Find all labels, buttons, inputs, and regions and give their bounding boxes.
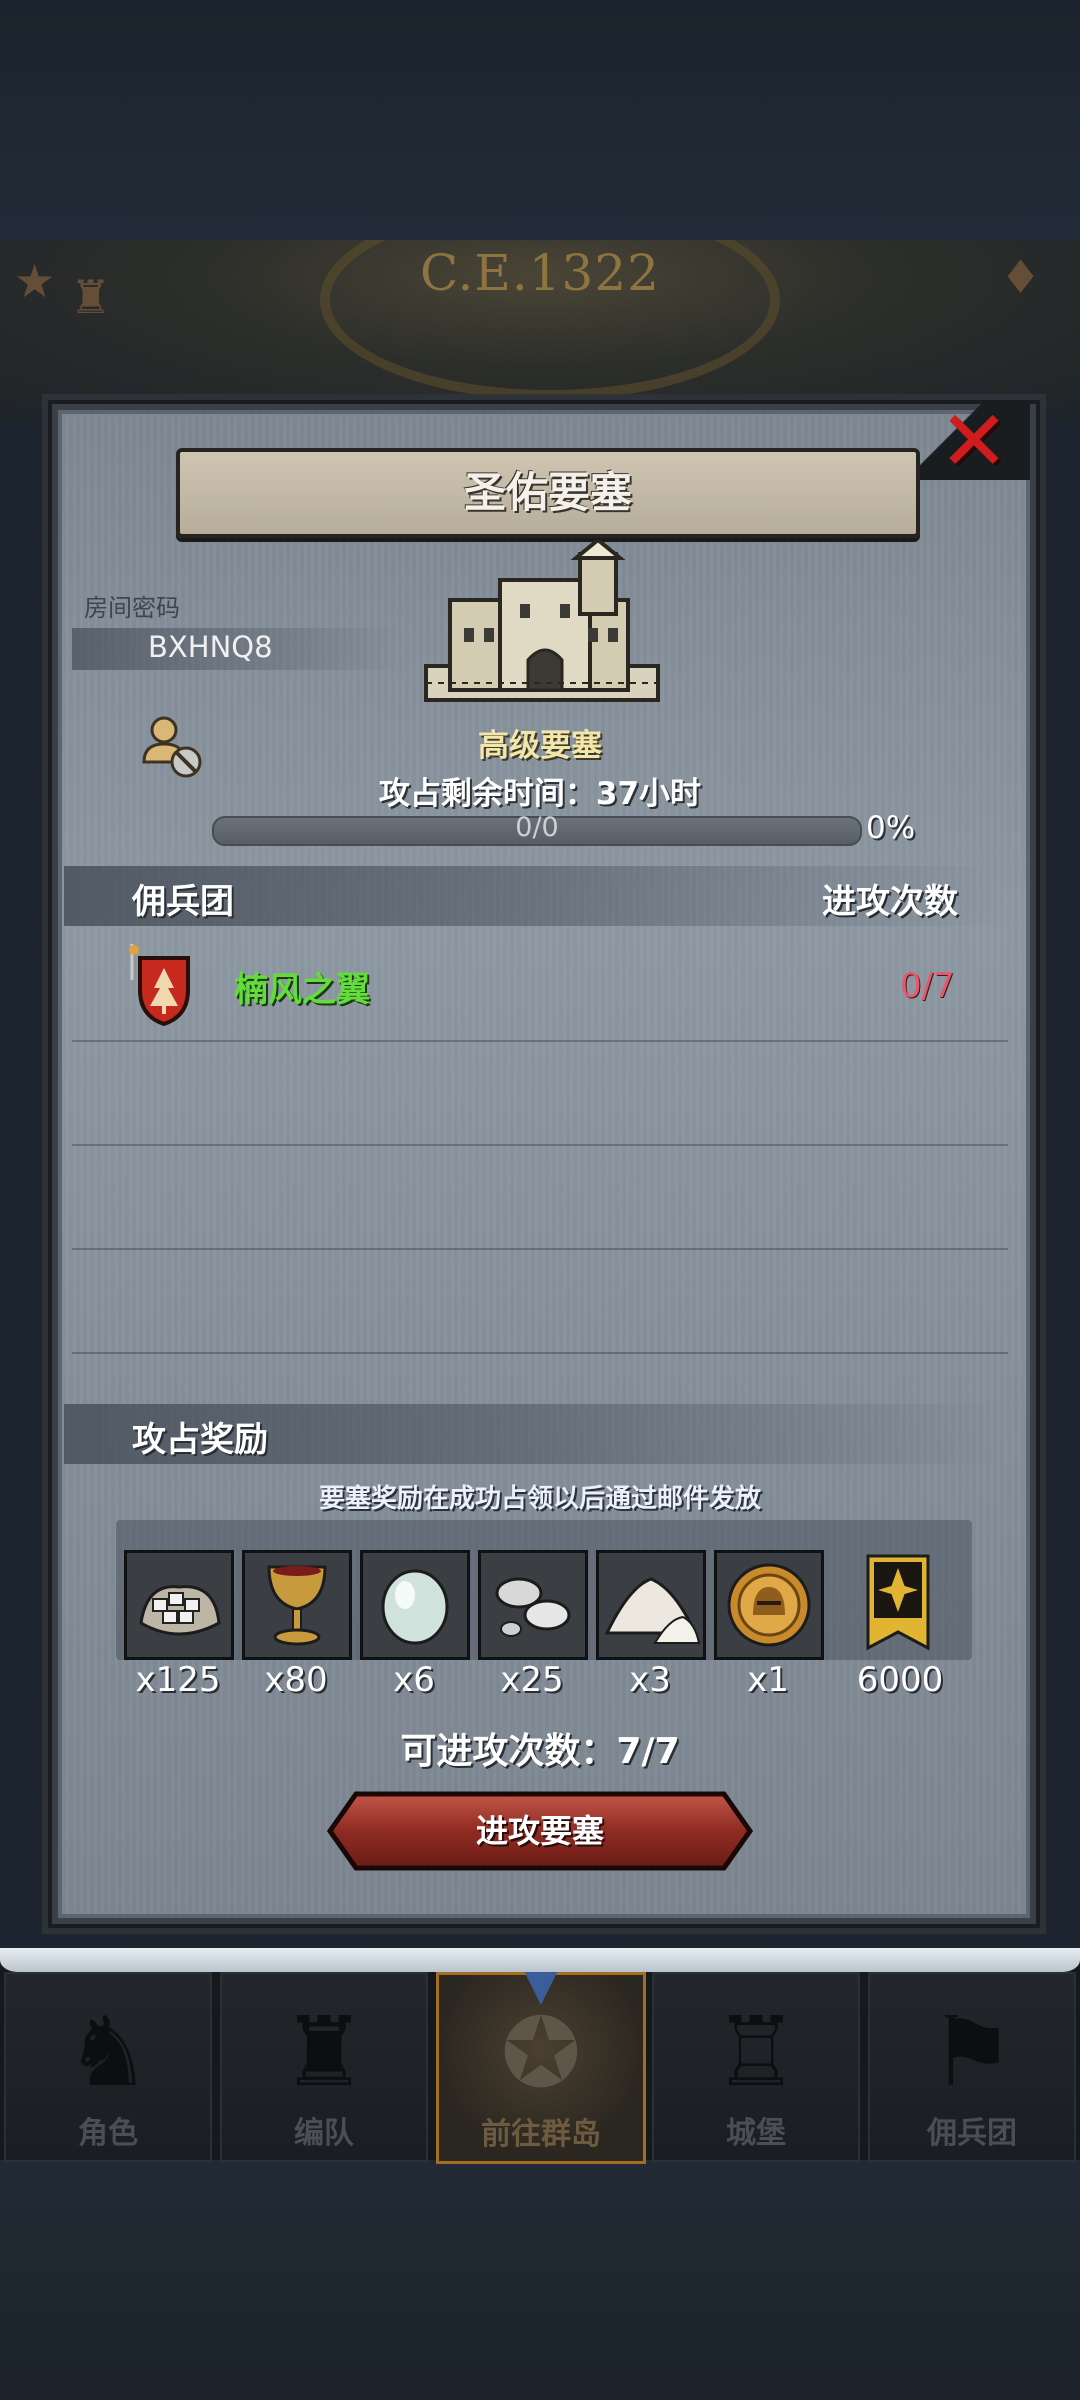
fortress-castle-icon — [424, 540, 660, 702]
castle-icon: ♖ — [712, 1996, 800, 2108]
capture-progress-percent: 0% — [866, 810, 916, 846]
reward-item[interactable]: 6000 — [846, 1550, 954, 1700]
nav-item-castle[interactable]: ♖ 城堡 — [652, 1972, 860, 2162]
nav-item-character[interactable]: ♞ 角色 — [4, 1972, 212, 2162]
bottom-background — [0, 2160, 1080, 2400]
nav-item-islands[interactable]: ▼ ✪ 前往群岛 — [436, 1959, 646, 2164]
guild-name[interactable]: 楠风之翼 — [234, 962, 370, 1011]
formation-helmet-icon: ♜ — [280, 1996, 368, 2108]
row-divider — [72, 1040, 1008, 1042]
close-icon[interactable]: ✕ — [934, 396, 1014, 486]
reward-slot — [360, 1550, 470, 1660]
guild-attack-count: 0/7 — [900, 966, 955, 1006]
nav-label: 角色 — [78, 2116, 138, 2151]
reward-item[interactable]: x6 — [360, 1550, 470, 1700]
nav-item-formation[interactable]: ♜ 编队 — [220, 1972, 428, 2162]
salt-pile-icon — [604, 1577, 701, 1644]
reward-slot — [714, 1550, 824, 1660]
knight-bust-icon: ♞ — [64, 1996, 152, 2108]
title-banner: 圣佑要塞 — [176, 448, 920, 538]
compass-island-icon: ✪ — [500, 1997, 582, 2109]
stocking-ornament-icon: ♜ — [70, 270, 112, 324]
snow-ledge — [0, 1948, 1080, 1972]
row-divider — [72, 1352, 1008, 1354]
reward-item[interactable]: x80 — [242, 1550, 352, 1700]
reward-slot — [124, 1550, 234, 1660]
nav-item-mercenary[interactable]: ⚑ 佣兵团 — [868, 1972, 1076, 2162]
knight-medal-icon — [727, 1563, 811, 1647]
rewards-note: 要塞奖励在成功占领以后通过邮件发放 — [318, 1484, 761, 1514]
nav-label: 城堡 — [726, 2116, 786, 2151]
header-year: C.E.1322 — [419, 244, 660, 302]
reward-slot — [242, 1550, 352, 1660]
dialog-title: 圣佑要塞 — [463, 468, 632, 517]
attack-fortress-button[interactable]: 进攻要塞 — [326, 1790, 754, 1872]
goblet-icon — [267, 1565, 327, 1646]
silver-ingots-icon — [495, 1577, 571, 1637]
reward-count: 6000 — [856, 1660, 944, 1700]
room-password-label: 房间密码 — [84, 594, 180, 622]
fortress-type-label: 高级要塞 — [478, 728, 602, 764]
moonstone-icon — [381, 1569, 449, 1645]
silver-ore-bag-icon — [139, 1585, 221, 1636]
room-code: BXHNQ8 — [148, 630, 273, 664]
reward-item[interactable]: x25 — [478, 1550, 588, 1700]
reward-item[interactable]: x125 — [124, 1550, 234, 1700]
row-divider — [72, 1144, 1008, 1146]
top-background — [0, 0, 1080, 240]
attack-attempts: 可进攻次数：7/7 — [400, 1731, 680, 1772]
guild-section-title: 佣兵团 — [132, 882, 234, 922]
guild-emblem-icon — [129, 944, 190, 1026]
rewards-section-title: 攻占奖励 — [132, 1420, 268, 1460]
mercenary-flag-icon: ⚑ — [928, 1996, 1016, 2108]
nav-label: 佣兵团 — [927, 2116, 1017, 2151]
reward-slot — [478, 1550, 588, 1660]
row-divider — [72, 1248, 1008, 1250]
header-art: C.E.1322 ★ ♜ ♦ — [0, 240, 1080, 420]
capture-progress-value: 0/0 — [515, 812, 559, 843]
nav-label: 前往群岛 — [481, 2117, 601, 2152]
star-ornament-icon: ★ — [14, 254, 56, 308]
capture-time-remaining: 攻占剩余时间：37小时 — [378, 776, 702, 812]
reward-item[interactable]: x3 — [596, 1550, 706, 1700]
honor-banner-icon — [866, 1554, 930, 1651]
nav-label: 编队 — [294, 2116, 354, 2151]
attack-count-header: 进攻次数 — [822, 882, 958, 922]
bell-ornament-icon: ♦ — [1000, 250, 1042, 304]
reward-slot — [596, 1550, 706, 1660]
reward-item[interactable]: x1 — [714, 1550, 824, 1700]
reward-count: x1 — [747, 1660, 789, 1700]
